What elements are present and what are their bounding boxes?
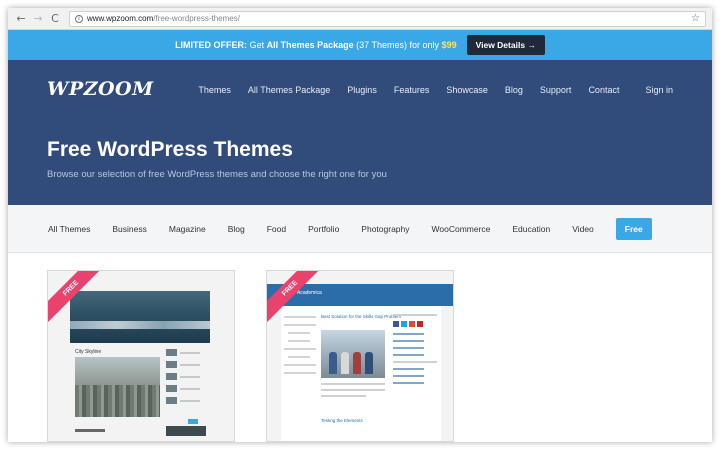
offer-prefix: LIMITED OFFER: <box>175 40 248 50</box>
theme-preview-body: Best Solution for the Skills Gap Problem… <box>281 306 441 441</box>
reload-icon[interactable]: C <box>48 12 62 26</box>
url-host: www.wpzoom.com <box>87 14 154 23</box>
theme-preview-site-title: Academica <box>297 290 322 296</box>
back-arrow-icon[interactable]: ← <box>14 12 28 26</box>
info-icon[interactable]: i <box>75 14 83 23</box>
browser-window: ← → C i www.wpzoom.com/free-wordpress-th… <box>8 8 712 442</box>
theme-preview-footer-text <box>75 429 105 432</box>
theme-card[interactable]: FREE Academica Best Solution for the Ski… <box>266 270 454 442</box>
filter-education[interactable]: Education <box>512 224 550 234</box>
main-nav: Themes All Themes Package Plugins Featur… <box>181 85 673 95</box>
page-subtitle: Browse our selection of free WordPress t… <box>47 169 387 180</box>
nav-item-support[interactable]: Support <box>540 85 572 95</box>
theme-preview-city-image <box>75 357 160 417</box>
theme-preview-left-menu <box>284 316 316 380</box>
filter-business[interactable]: Business <box>112 224 147 234</box>
filter-magazine[interactable]: Magazine <box>169 224 206 234</box>
sign-in-link[interactable]: Sign in <box>645 85 673 95</box>
offer-text-2: (37 Themes) for only <box>356 40 440 50</box>
theme-preview-excerpt <box>321 383 385 401</box>
filter-all-themes[interactable]: All Themes <box>48 224 90 234</box>
theme-preview-right-sidebar <box>393 314 437 389</box>
category-filter-bar: All Themes Business Magazine Blog Food P… <box>8 205 712 253</box>
site-header: WPZOOM Themes All Themes Package Plugins… <box>8 60 712 205</box>
nav-item-all-themes-package[interactable]: All Themes Package <box>248 85 330 95</box>
offer-banner: LIMITED OFFER: Get All Themes Package (3… <box>8 30 712 60</box>
site-logo[interactable]: WPZOOM <box>47 78 154 100</box>
nav-item-blog[interactable]: Blog <box>505 85 523 95</box>
offer-price: $99 <box>441 40 457 50</box>
filter-portfolio[interactable]: Portfolio <box>308 224 339 234</box>
theme-preview-post-title: City Skyline <box>75 349 102 355</box>
theme-card[interactable]: FREE City Skyline <box>47 270 235 442</box>
offer-text-1: Get <box>249 40 265 50</box>
filter-woocommerce[interactable]: WooCommerce <box>432 224 491 234</box>
theme-preview-footer-image <box>166 426 206 436</box>
theme-preview-sidebar <box>166 349 206 419</box>
theme-preview-header-image <box>70 291 210 343</box>
forward-arrow-icon[interactable]: → <box>31 12 45 26</box>
theme-preview-subtitle: Testing the Elements <box>321 418 363 423</box>
nav-item-features[interactable]: Features <box>394 85 430 95</box>
filter-free[interactable]: Free <box>615 217 652 240</box>
address-bar[interactable]: i www.wpzoom.com/free-wordpress-themes/ … <box>69 10 706 27</box>
nav-item-themes[interactable]: Themes <box>198 85 231 95</box>
nav-item-showcase[interactable]: Showcase <box>446 85 488 95</box>
offer-package: All Themes Package <box>266 40 354 50</box>
filter-video[interactable]: Video <box>572 224 594 234</box>
filter-food[interactable]: Food <box>267 224 286 234</box>
page-title: Free WordPress Themes <box>47 138 293 161</box>
theme-preview-button <box>188 419 198 424</box>
browser-toolbar: ← → C i www.wpzoom.com/free-wordpress-th… <box>8 8 712 30</box>
filter-photography[interactable]: Photography <box>361 224 409 234</box>
theme-preview-students-image <box>321 330 385 378</box>
theme-preview-post-title: Best Solution for the Skills Gap Problem <box>321 314 402 319</box>
url-path: /free-wordpress-themes/ <box>153 14 240 23</box>
bookmark-star-icon[interactable]: ☆ <box>691 13 700 24</box>
theme-grid: FREE City Skyline FREE Academica Best So… <box>8 253 712 442</box>
view-details-button[interactable]: View Details → <box>466 35 545 55</box>
nav-item-contact[interactable]: Contact <box>588 85 619 95</box>
nav-item-plugins[interactable]: Plugins <box>347 85 377 95</box>
filter-blog[interactable]: Blog <box>228 224 245 234</box>
